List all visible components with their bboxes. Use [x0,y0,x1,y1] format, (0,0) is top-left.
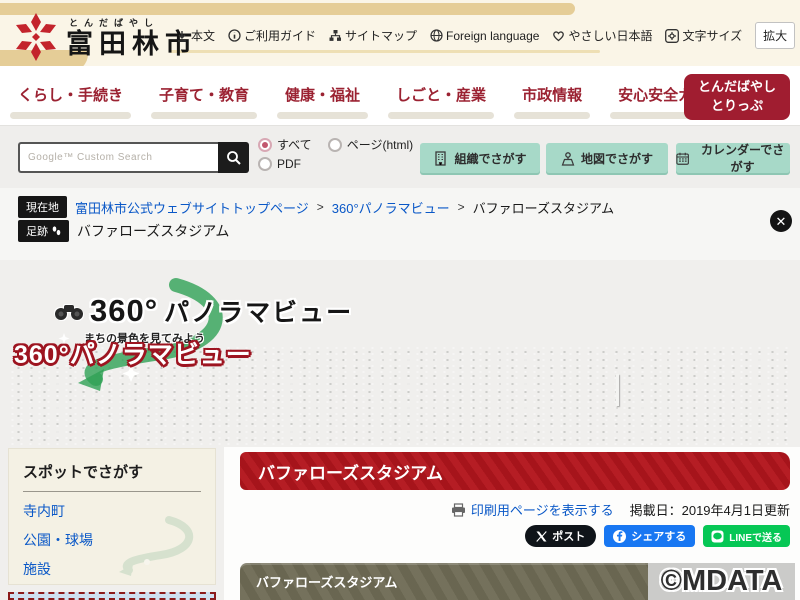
footprint-row: 足跡 バファローズスタジアム [18,220,229,242]
find-by-calendar-button[interactable]: カレンダーでさがす [676,143,790,173]
calendar-icon [676,151,689,166]
breadcrumb-panorama-link[interactable]: 360°パノラマビュー [332,198,450,217]
footprint-page-title: バファローズスタジアム [77,221,229,241]
city-emblem-icon [14,12,58,62]
nav-item-shigoto[interactable]: しごと・産業 [396,84,486,119]
footprint-icon [52,226,61,236]
find-by-organization-button[interactable]: 組織でさがす [420,143,540,173]
page-title: バファローズスタジアム [258,459,443,484]
x-post-button[interactable]: ポスト [525,525,596,547]
map-pin-icon [561,151,575,166]
divider [23,491,201,492]
search-section: すべて ページ(html) PDF 組織でさがす 地図でさがす カレンダーでさが… [0,125,800,188]
sitemap-icon [329,29,342,42]
nav-item-kosodate[interactable]: 子育て・教育 [159,84,249,119]
mdata-watermark: ©MDATA [648,563,795,600]
radio-pdf[interactable]: PDF [258,157,301,171]
breadcrumb-current: バファローズスタジアム [473,198,614,217]
foreign-language-link[interactable]: Foreign language [430,29,539,43]
sidebar-link-jinaimachi[interactable]: 寺内町 [23,501,201,521]
line-icon [711,530,724,543]
printer-icon [451,503,466,517]
line-share-button[interactable]: LINEで送る [703,525,790,547]
search-icon [226,150,242,166]
binoculars-icon [54,301,84,321]
breadcrumb: 現在地 富田林市公式ウェブサイトトップページ > 360°パノラマビュー > バ… [18,196,614,218]
search-button[interactable] [218,142,249,173]
print-page-link[interactable]: 印刷用ページを表示する [451,500,614,519]
sitemap-link[interactable]: サイトマップ [329,27,417,44]
breadcrumb-section: 現在地 富田林市公式ウェブサイトトップページ > 360°パノラマビュー > バ… [0,188,800,260]
radio-all[interactable]: すべて [258,136,312,153]
sidebar-link-facilities[interactable]: 施設 [23,559,201,579]
facebook-share-button[interactable]: シェアする [604,525,695,547]
tower-landmark [616,374,619,406]
share-buttons-row: ポスト シェアする LINEで送る [240,525,790,547]
media-caption: バファローズスタジアム [256,572,397,591]
radio-page-html[interactable]: ページ(html) [328,136,413,153]
footprint-badge: 足跡 [18,220,69,242]
close-icon[interactable]: ✕ [770,210,792,232]
building-icon [433,151,448,166]
sidebar-banner-box[interactable] [8,592,216,600]
site-header: とんだばやし 富田林市 本文 ご利用ガイド サイトマップ Foreign lan… [0,0,800,66]
font-size-label: 文字サイズ [665,27,742,44]
skip-to-content-icon [176,30,188,42]
x-logo-icon [536,531,547,542]
city-logo[interactable]: とんだばやし 富田林市 [14,12,198,62]
page: とんだばやし 富田林市 本文 ご利用ガイド サイトマップ Foreign lan… [0,0,800,600]
sidebar-title: スポットでさがす [23,461,201,482]
current-location-badge: 現在地 [18,196,67,218]
search-input[interactable] [18,142,218,173]
breadcrumb-home-link[interactable]: 富田林市公式ウェブサイトトップページ [75,198,309,217]
hero-red-label: 360°パノラマビュー [14,335,252,371]
radio-dot [328,138,342,152]
tondabayashi-trip-button[interactable]: とんだばやし とりっぷ [684,74,790,120]
search-scope-radios: すべて ページ(html) PDF [258,136,413,175]
hero-panorama-image[interactable]: 360° パノラマビュー まちの景色を見てみよう 360°パノラマビュー [8,267,792,445]
gear-icon [665,29,679,43]
spot-sidebar: スポットでさがす 寺内町 公園・球場 施設 パノラマ一覧 [8,448,216,585]
page-meta-row: 印刷用ページを表示する 掲載日：2019年4月1日更新 [240,500,790,519]
sidebar-link-parks[interactable]: 公園・球場 [23,530,201,550]
main-text-link[interactable]: 本文 [176,27,215,44]
ribbon-decoration [170,50,600,53]
guide-icon [228,29,241,42]
hero-title: 360° パノラマビュー [54,293,353,329]
font-expand-button[interactable]: 拡大 [755,22,795,49]
main-nav: くらし・手続き 子育て・教育 健康・福祉 しごと・産業 市政情報 安心安全ガイド… [0,66,800,125]
globe-icon [430,29,443,42]
nav-item-kenkou[interactable]: 健康・福祉 [285,84,360,119]
radio-dot [258,138,272,152]
utility-nav: 本文 ご利用ガイド サイトマップ Foreign language やさしい日本… [176,22,800,49]
heart-icon [552,30,565,42]
find-by-map-button[interactable]: 地図でさがす [546,143,668,173]
nav-item-shisei[interactable]: 市政情報 [522,84,582,119]
nav-item-kurashi[interactable]: くらし・手続き [18,84,123,119]
easy-japanese-link[interactable]: やさしい日本語 [552,27,652,44]
radio-dot [258,157,272,171]
facebook-icon [613,530,626,543]
publish-date: 掲載日：2019年4月1日更新 [630,500,790,519]
page-title-banner: バファローズスタジアム [240,452,790,490]
usage-guide-link[interactable]: ご利用ガイド [228,27,316,44]
